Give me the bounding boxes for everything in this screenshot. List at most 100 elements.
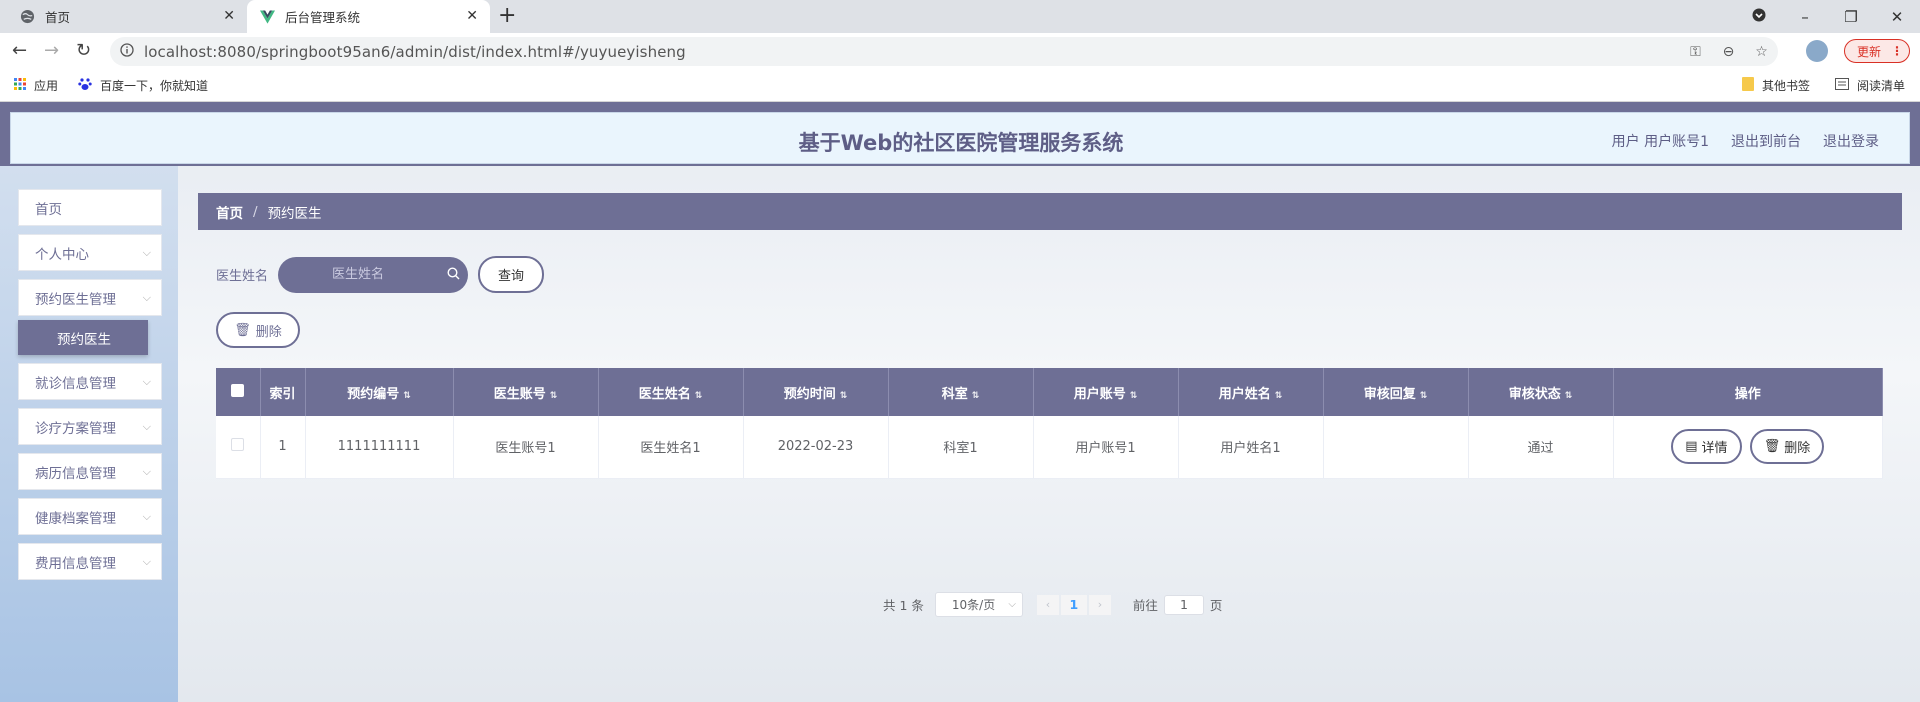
cell-time: 2022-02-23 — [743, 416, 889, 479]
chevron-down-icon: ⌵ — [142, 464, 151, 478]
close-tab-icon[interactable]: ✕ — [223, 9, 235, 23]
forward-arrow-icon[interactable]: → — [44, 41, 59, 61]
prev-page-icon[interactable]: ‹ — [1036, 594, 1059, 615]
column-header-user-name[interactable]: 用户姓名 ⇅ — [1178, 368, 1324, 416]
sidebar-item-label: 首页 — [35, 201, 62, 218]
sidebar-item-visit-mgmt[interactable]: 就诊信息管理 ⌵ — [18, 363, 162, 400]
browser-tab-home[interactable]: 首页 ✕ — [0, 0, 247, 33]
sidebar-item-health-mgmt[interactable]: 健康档案管理 ⌵ — [18, 498, 162, 535]
bookmarks-bar: 应用 百度一下，你就知道 其他书签 阅读清单 — [0, 69, 1920, 102]
sort-icon[interactable]: ⇅ — [550, 391, 558, 401]
browser-tab-strip: 首页 ✕ 后台管理系统 ✕ + – ❐ ✕ — [0, 0, 1920, 33]
current-user: 用户 用户账号1 — [1611, 134, 1709, 150]
reload-icon[interactable]: ↻ — [76, 41, 91, 61]
cell-doctor-account: 医生账号1 — [453, 416, 599, 479]
globe-icon — [20, 9, 35, 24]
sidebar-item-appointment-mgmt[interactable]: 预约医生管理 ⌵ — [18, 279, 162, 316]
column-header-actions: 操作 — [1613, 368, 1883, 416]
browser-tab-admin[interactable]: 后台管理系统 ✕ — [247, 0, 490, 33]
column-header-doctor-account[interactable]: 医生账号 ⇅ — [453, 368, 599, 416]
sort-icon[interactable]: ⇅ — [1565, 391, 1573, 401]
sidebar-item-personal-center[interactable]: 个人中心 ⌵ — [18, 234, 162, 271]
next-page-icon[interactable]: › — [1088, 594, 1111, 615]
zoom-icon[interactable]: ⊖ — [1712, 44, 1745, 60]
logout-link[interactable]: 退出登录 — [1823, 131, 1879, 151]
document-icon: ▤ — [1685, 439, 1698, 455]
cell-status: 通过 — [1468, 416, 1614, 479]
bookmark-label: 其他书签 — [1762, 79, 1811, 93]
bookmark-other[interactable]: 其他书签 — [1742, 69, 1810, 102]
bookmark-label: 阅读清单 — [1857, 79, 1906, 93]
column-header-reply[interactable]: 审核回复 ⇅ — [1323, 368, 1469, 416]
column-header-time[interactable]: 预约时间 ⇅ — [743, 368, 889, 416]
bookmark-baidu[interactable]: 百度一下，你就知道 — [78, 69, 208, 102]
sidebar-item-label: 预约医生管理 — [35, 291, 116, 308]
batch-delete-button[interactable]: 🗑 删除 — [216, 312, 300, 348]
sort-icon[interactable]: ⇅ — [1275, 391, 1283, 401]
tab-search-icon[interactable] — [1736, 8, 1782, 26]
new-tab-icon[interactable]: + — [498, 4, 516, 28]
column-header-status[interactable]: 审核状态 ⇅ — [1468, 368, 1614, 416]
detail-button[interactable]: ▤ 详情 — [1671, 429, 1742, 465]
omnibox[interactable]: localhost:8080/springboot95an6/admin/dis… — [110, 37, 1778, 66]
sort-icon[interactable]: ⇅ — [840, 391, 848, 401]
sidebar-item-fee-mgmt[interactable]: 费用信息管理 ⌵ — [18, 543, 162, 580]
browser-tab-title: 首页 — [45, 10, 71, 25]
sort-icon[interactable]: ⇅ — [403, 391, 411, 401]
pagination: 共 1 条 10条/页 ⌵ ‹ 1 › 前往 1 页 — [883, 592, 1222, 617]
chevron-down-icon: ⌵ — [142, 245, 151, 259]
vue-icon — [260, 9, 275, 24]
goto-page-input[interactable]: 1 — [1163, 594, 1204, 615]
app-root: 基于Web的社区医院管理服务系统 用户 用户账号1 退出到前台 退出登录 首页 … — [0, 102, 1920, 702]
update-button[interactable]: 更新 ⋮ — [1844, 39, 1910, 63]
cell-department: 科室1 — [888, 416, 1034, 479]
browser-tab-title: 后台管理系统 — [285, 10, 361, 25]
sidebar-item-treatment-mgmt[interactable]: 诊疗方案管理 ⌵ — [18, 408, 162, 445]
row-checkbox[interactable] — [216, 416, 261, 479]
star-bookmark-icon[interactable]: ☆ — [1745, 44, 1778, 60]
sidebar-item-label: 病历信息管理 — [35, 465, 116, 482]
page-size-select[interactable]: 10条/页 ⌵ — [934, 592, 1023, 617]
back-to-front-link[interactable]: 退出到前台 — [1731, 131, 1801, 151]
close-window-icon[interactable]: ✕ — [1874, 8, 1920, 26]
column-header-doctor-name[interactable]: 医生姓名 ⇅ — [598, 368, 744, 416]
address-bar-row: ← → ↻ localhost:8080/springboot95an6/adm… — [0, 33, 1920, 69]
bookmark-reading-list[interactable]: 阅读清单 — [1835, 69, 1905, 102]
info-icon[interactable] — [120, 42, 134, 61]
url-text[interactable]: localhost:8080/springboot95an6/admin/dis… — [144, 43, 686, 61]
bookmark-apps[interactable]: 应用 — [14, 69, 58, 102]
back-arrow-icon[interactable]: ← — [12, 41, 27, 61]
reading-list-icon — [1835, 78, 1849, 93]
chevron-up-icon: ⌵ — [142, 290, 151, 304]
key-icon[interactable]: ⚿ — [1679, 44, 1712, 60]
maximize-icon[interactable]: ❐ — [1828, 8, 1874, 26]
select-all-checkbox[interactable] — [216, 368, 261, 416]
chevron-down-icon: ⌵ — [142, 509, 151, 523]
sidebar-item-label: 诊疗方案管理 — [35, 420, 116, 437]
sort-icon[interactable]: ⇅ — [1420, 391, 1428, 401]
search-label: 医生姓名 — [216, 269, 269, 284]
sort-icon[interactable]: ⇅ — [972, 391, 980, 401]
query-button[interactable]: 查询 — [478, 256, 545, 293]
doctor-name-input[interactable] — [278, 256, 439, 293]
column-header-user-account[interactable]: 用户账号 ⇅ — [1033, 368, 1179, 416]
row-delete-button[interactable]: 🗑 删除 — [1749, 429, 1825, 465]
sort-icon[interactable]: ⇅ — [1130, 391, 1138, 401]
column-header-booking-no[interactable]: 预约编号 ⇅ — [305, 368, 454, 416]
chevron-down-icon: ⌵ — [142, 419, 151, 433]
sidebar-subitem-appointment[interactable]: 预约医生 — [18, 320, 148, 355]
close-tab-icon[interactable]: ✕ — [466, 9, 478, 23]
minimize-icon[interactable]: – — [1782, 8, 1828, 26]
sidebar-item-records-mgmt[interactable]: 病历信息管理 ⌵ — [18, 453, 162, 490]
profile-avatar[interactable] — [1806, 40, 1828, 62]
sidebar-item-label: 就诊信息管理 — [35, 375, 116, 392]
page-number-current[interactable]: 1 — [1060, 594, 1087, 615]
table-row: 1 1111111111 医生账号1 医生姓名1 2022-02-23 科室1 … — [216, 416, 1883, 479]
cell-reply — [1323, 416, 1469, 479]
breadcrumb-home[interactable]: 首页 — [216, 202, 243, 222]
sidebar-item-home[interactable]: 首页 — [18, 189, 162, 226]
sort-icon[interactable]: ⇅ — [695, 391, 703, 401]
column-header-department[interactable]: 科室 ⇅ — [888, 368, 1034, 416]
cell-index: 1 — [260, 416, 306, 479]
search-icon — [447, 266, 460, 284]
